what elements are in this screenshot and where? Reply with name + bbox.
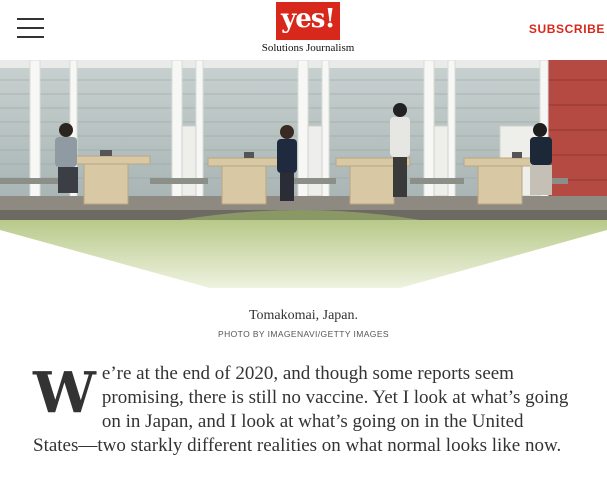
hamburger-menu-icon[interactable] — [17, 17, 44, 39]
site-header: yes! Solutions Journalism SUBSCRIBE — [0, 0, 607, 60]
drop-cap: W — [33, 360, 96, 426]
hero-photo — [0, 60, 607, 288]
hero-image — [0, 60, 607, 288]
photo-credit: PHOTO BY IMAGENAVI/GETTY IMAGES — [218, 329, 389, 339]
article-body: We’re at the end of 2020, and though som… — [33, 362, 573, 458]
photo-caption: Tomakomai, Japan. PHOTO BY IMAGENAVI/GET… — [0, 308, 607, 339]
menu-line — [17, 36, 44, 38]
menu-line — [17, 18, 44, 20]
logo-mark: yes! — [276, 2, 340, 40]
menu-line — [17, 27, 44, 29]
logo-subtitle: Solutions Journalism — [261, 42, 355, 54]
paragraph-text: e’re at the end of 2020, and though some… — [33, 363, 569, 456]
site-logo[interactable]: yes! Solutions Journalism — [256, 2, 360, 56]
subscribe-link[interactable]: SUBSCRIBE — [529, 22, 605, 36]
article-paragraph: We’re at the end of 2020, and though som… — [33, 362, 573, 458]
caption-text: Tomakomai, Japan. — [248, 308, 359, 323]
